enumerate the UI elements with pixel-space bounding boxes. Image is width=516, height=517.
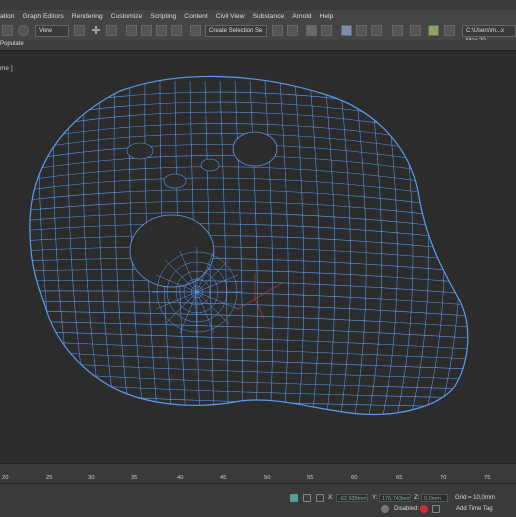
spinner-snap-icon[interactable] bbox=[171, 25, 182, 36]
skull-outline bbox=[29, 75, 469, 416]
x-coordinate-field[interactable]: -62,939mm bbox=[336, 494, 368, 502]
view-dropdown[interactable]: View bbox=[35, 25, 69, 37]
timeline-tick: 20 bbox=[2, 475, 9, 481]
percent-snap-icon[interactable] bbox=[156, 25, 167, 36]
render-icon[interactable] bbox=[428, 25, 439, 36]
toggle-ribbon-icon[interactable] bbox=[321, 25, 332, 36]
add-time-tag-button[interactable]: Add Time Tag bbox=[456, 506, 493, 512]
timeline-tick: 30 bbox=[88, 475, 95, 481]
z-label: Z: bbox=[414, 495, 420, 501]
timeline-tick: 45 bbox=[220, 475, 227, 481]
timeline-tick: 60 bbox=[351, 475, 358, 481]
curve-editor-icon[interactable] bbox=[341, 25, 352, 36]
rendered-frame-icon[interactable] bbox=[410, 25, 421, 36]
menu-item-substance[interactable]: Substance bbox=[253, 13, 293, 20]
menu-item-animation[interactable]: ation bbox=[0, 13, 23, 20]
menu-item-rendering[interactable]: Rendering bbox=[72, 13, 111, 20]
edit-named-sets-icon[interactable] bbox=[190, 25, 201, 36]
timeline-tick: 40 bbox=[177, 475, 184, 481]
align-icon[interactable] bbox=[287, 25, 298, 36]
left-eye-socket bbox=[129, 214, 215, 288]
select-region-icon[interactable] bbox=[74, 25, 85, 36]
selection-set-dropdown[interactable]: Create Selection Se bbox=[205, 25, 267, 37]
selection-lock-icon[interactable] bbox=[290, 494, 298, 502]
menu-item-customize[interactable]: Customize bbox=[111, 13, 151, 20]
timeline-tick: 70 bbox=[440, 475, 447, 481]
status-bar: X: -62,939mm Y: 176,743mm Z: 0,0mm Grid … bbox=[0, 483, 516, 517]
main-toolbar: View ✛ Create Selection Se C:\Users\m...… bbox=[0, 22, 516, 44]
gear-icon[interactable] bbox=[381, 505, 389, 513]
viewport-label[interactable]: me ] bbox=[0, 65, 13, 72]
padlock-icon[interactable] bbox=[303, 494, 311, 502]
y-coordinate-field[interactable]: 176,743mm bbox=[379, 494, 411, 502]
render-teapot-icon[interactable] bbox=[444, 25, 455, 36]
orbit-icon[interactable] bbox=[18, 25, 29, 36]
timeline-tick: 55 bbox=[307, 475, 314, 481]
select-icon[interactable] bbox=[2, 25, 13, 36]
radial-pole bbox=[152, 247, 242, 337]
right-eye-socket bbox=[232, 131, 278, 167]
timeline-tick: 75 bbox=[484, 475, 491, 481]
populate-tab[interactable]: Populate bbox=[0, 41, 24, 47]
rotate-icon[interactable] bbox=[106, 25, 117, 36]
y-label: Y: bbox=[372, 495, 378, 501]
schematic-view-icon[interactable] bbox=[356, 25, 367, 36]
pivot-gizmo bbox=[237, 273, 283, 320]
project-path-field[interactable]: C:\Users\m...x Max 20 bbox=[462, 25, 516, 44]
timeline-tick: 25 bbox=[46, 475, 53, 481]
title-strip bbox=[0, 0, 516, 10]
time-tag-icon[interactable] bbox=[432, 505, 440, 513]
grid-size-label: Grid = 10,0mm bbox=[455, 495, 495, 501]
menu-item-help[interactable]: Help bbox=[320, 13, 342, 20]
menu-item-civil-view[interactable]: Civil View bbox=[216, 13, 253, 20]
x-label: X: bbox=[328, 495, 334, 501]
angle-snap-icon[interactable] bbox=[141, 25, 152, 36]
record-icon[interactable] bbox=[420, 505, 428, 513]
render-setup-icon[interactable] bbox=[392, 25, 403, 36]
move-icon[interactable]: ✛ bbox=[90, 25, 102, 37]
menu-item-arnold[interactable]: Arnold bbox=[292, 13, 319, 20]
time-slider-bar[interactable]: 20 25 30 35 40 45 50 55 60 65 70 75 bbox=[0, 463, 516, 484]
timeline-tick: 65 bbox=[396, 475, 403, 481]
z-coordinate-field[interactable]: 0,0mm bbox=[421, 494, 448, 502]
mirror-icon[interactable] bbox=[272, 25, 283, 36]
absolute-mode-icon[interactable] bbox=[316, 494, 324, 502]
material-editor-icon[interactable] bbox=[371, 25, 382, 36]
timeline-tick: 50 bbox=[264, 475, 271, 481]
perspective-viewport[interactable]: me ] bbox=[0, 51, 516, 463]
menu-item-scripting[interactable]: Scripting bbox=[150, 13, 184, 20]
sub-toolbar: Populate bbox=[0, 40, 516, 51]
layer-explorer-icon[interactable] bbox=[306, 25, 317, 36]
timeline-tick: 35 bbox=[131, 475, 138, 481]
menu-item-graph-editors[interactable]: Graph Editors bbox=[23, 13, 72, 20]
snap-3d-icon[interactable] bbox=[126, 25, 137, 36]
menu-item-content[interactable]: Content bbox=[184, 13, 215, 20]
time-tag-status: Disabled: bbox=[394, 506, 420, 512]
skull-wireframe bbox=[29, 75, 469, 416]
